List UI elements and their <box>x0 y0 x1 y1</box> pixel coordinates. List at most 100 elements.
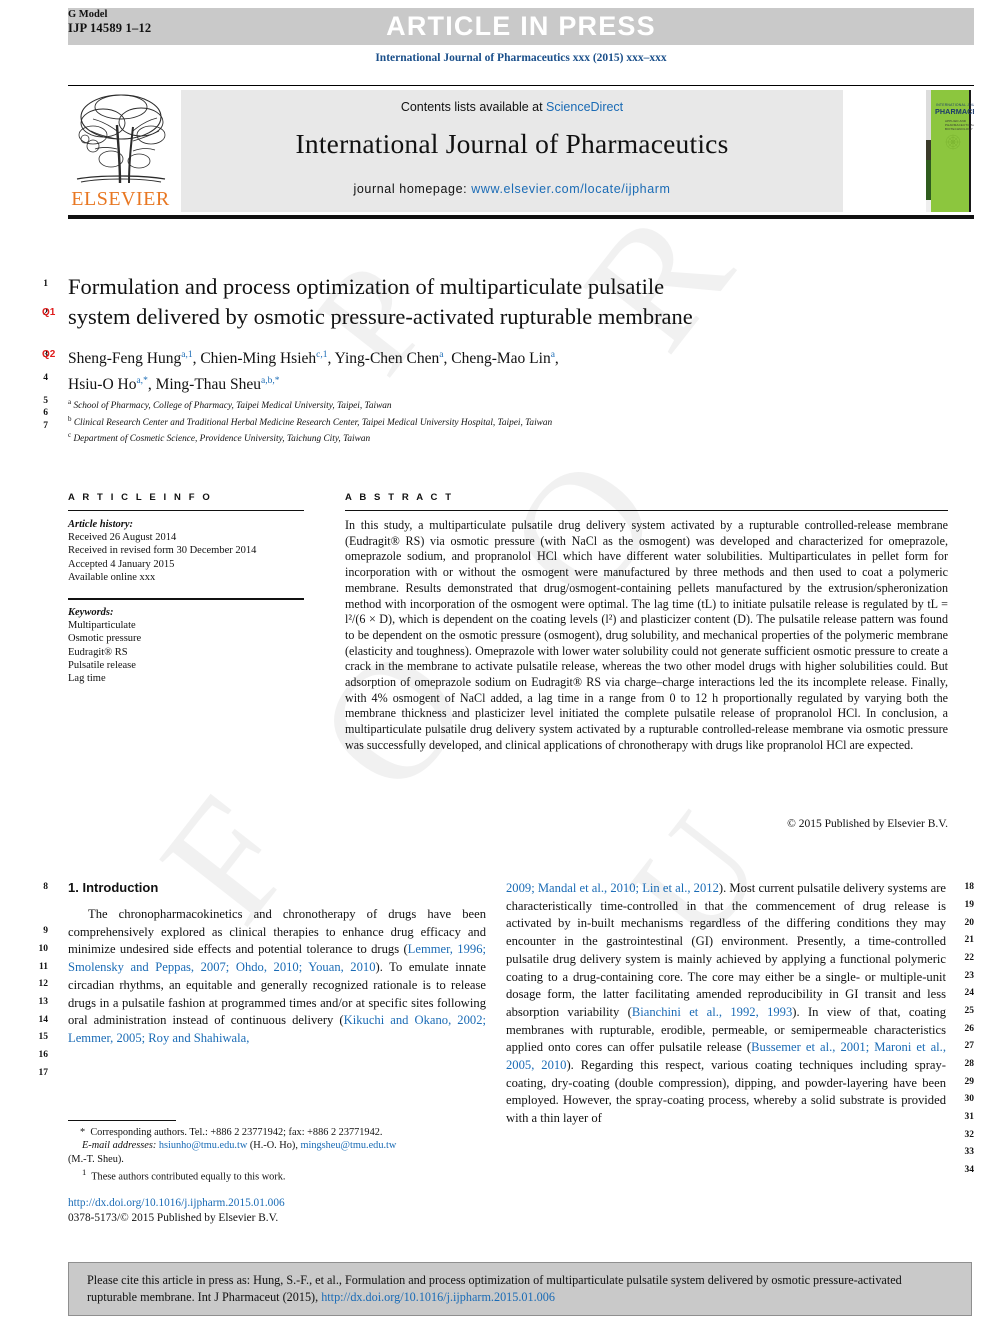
line-number: 1 <box>43 279 48 289</box>
line-number: 9 <box>43 926 48 936</box>
history-item: Received in revised form 30 December 201… <box>68 545 257 557</box>
section-heading-introduction: 1. Introduction <box>68 880 159 895</box>
journal-homepage-link[interactable]: www.elsevier.com/locate/ijpharm <box>471 182 670 196</box>
sciencedirect-link[interactable]: ScienceDirect <box>546 100 623 114</box>
cite-doi-link[interactable]: http://dx.doi.org/10.1016/j.ijpharm.2015… <box>321 1290 555 1304</box>
equal-contribution-text: These authors contributed equally to thi… <box>91 1171 286 1183</box>
email-note: E-mail addresses: hsiunho@tmu.edu.tw (H.… <box>68 1139 488 1152</box>
line-number: 24 <box>964 988 975 998</box>
abstract-rule <box>345 510 948 511</box>
introduction-left-column: The chronopharmacokinetics and chronothe… <box>68 906 486 1048</box>
line-number: 19 <box>964 900 975 910</box>
line-number: 22 <box>964 953 975 963</box>
citation-ref[interactable]: Bussemer et al., 2001; Maroni et al., 20… <box>506 1040 946 1072</box>
keywords-label: Keywords: <box>68 607 114 618</box>
history-item: Accepted 4 January 2015 <box>68 558 175 570</box>
citation-notice-text: Please cite this article in press as: Hu… <box>87 1272 953 1306</box>
line-number: 28 <box>964 1059 975 1069</box>
article-in-press-banner: ARTICLE IN PRESS <box>68 8 974 45</box>
history-item: Available online xxx <box>68 571 156 583</box>
asterisk-marker: * <box>80 1127 86 1138</box>
affiliation-a-text: School of Pharmacy, College of Pharmacy,… <box>73 401 392 412</box>
intro-right-text: 2009; Mandal et al., 2010; Lin et al., 2… <box>506 881 947 1126</box>
line-number: 26 <box>964 1024 975 1034</box>
article-page: P R O O F U ARTICLE IN PRESS G Model IJP… <box>0 0 992 1323</box>
citation-ref[interactable]: Bianchini et al., 1992, 1993 <box>632 1005 792 1019</box>
banner-label: ARTICLE IN PRESS <box>386 11 656 41</box>
masthead-panel: Contents lists available at ScienceDirec… <box>181 90 843 212</box>
keyword-item: Eudragit® RS <box>68 646 128 658</box>
email-owner-1: (H.-O. Ho), <box>249 1140 298 1152</box>
contents-prefix: Contents lists available at <box>400 100 547 114</box>
email-label: E-mail addresses: <box>82 1140 157 1152</box>
manuscript-id: IJP 14589 1–12 <box>68 20 152 35</box>
keyword-item: Lag time <box>68 673 106 685</box>
line-number: 25 <box>964 1006 975 1016</box>
abstract-text: In this study, a multiparticulate pulsat… <box>345 518 948 752</box>
line-number: 8 <box>43 882 48 892</box>
affiliation-b-text: Clinical Research Center and Traditional… <box>73 417 553 428</box>
article-history-block: Article history: Received 26 August 2014… <box>68 518 318 584</box>
line-number: 12 <box>38 979 49 989</box>
journal-cover-image: INTERNATIONAL JOURNAL OF PHARMACEUTICS A… <box>926 89 974 213</box>
email-link-2[interactable]: mingsheu@tmu.edu.tw <box>300 1140 396 1151</box>
elsevier-logo: ELSEVIER <box>68 89 173 214</box>
line-number: 6 <box>43 408 48 418</box>
contents-available-line: Contents lists available at ScienceDirec… <box>181 100 843 114</box>
author-line-2: Hsiu-O Hoa,*, Ming-Thau Sheua,b,* <box>68 376 280 394</box>
author-list: Sheng-Feng Hunga,1, Chien-Ming Hsiehc,1,… <box>68 344 868 396</box>
line-number: 14 <box>38 1015 49 1025</box>
line-number: 17 <box>38 1068 49 1078</box>
elsevier-wordmark: ELSEVIER <box>71 188 170 210</box>
affiliation-a: a School of Pharmacy, College of Pharmac… <box>68 398 392 412</box>
line-number: 31 <box>964 1112 975 1122</box>
journal-citation-line: International Journal of Pharmaceutics x… <box>375 52 667 64</box>
affiliation-b: b Clinical Research Center and Tradition… <box>68 414 553 428</box>
line-number: 16 <box>38 1050 49 1060</box>
footnote-separator-rule <box>68 1120 176 1121</box>
email-owner-2-line: (M.-T. Sheu). <box>68 1153 488 1166</box>
email-link-1[interactable]: hsiunho@tmu.edu.tw <box>159 1140 247 1151</box>
title-line-2: system delivered by osmotic pressure-act… <box>68 304 693 329</box>
article-info-heading: A R T I C L E I N F O <box>68 492 213 503</box>
doi-issn-block: http://dx.doi.org/10.1016/j.ijpharm.2015… <box>68 1196 488 1225</box>
homepage-prefix: journal homepage: <box>353 182 472 196</box>
citation-ref[interactable]: 2009; Mandal et al., 2010; Lin et al., 2… <box>506 881 719 895</box>
affiliation-c-text: Department of Cosmetic Science, Providen… <box>73 434 371 445</box>
doi-link[interactable]: http://dx.doi.org/10.1016/j.ijpharm.2015… <box>68 1196 488 1211</box>
svg-text:PHARMACEUTICS: PHARMACEUTICS <box>935 107 974 116</box>
journal-homepage-line: journal homepage: www.elsevier.com/locat… <box>181 182 843 196</box>
citation-ref[interactable]: Lemmer, 1996; Smolensky and Peppas, 2007… <box>68 942 486 974</box>
journal-cover-thumbnail: INTERNATIONAL JOURNAL OF PHARMACEUTICS A… <box>926 89 974 213</box>
keywords-block: Keywords: Multiparticulate Osmotic press… <box>68 606 318 685</box>
line-number: 33 <box>964 1147 975 1157</box>
line-number: 21 <box>964 935 975 945</box>
affiliations: a School of Pharmacy, College of Pharmac… <box>68 396 948 446</box>
masthead: ELSEVIER Contents lists available at Sci… <box>68 89 974 214</box>
line-number: 23 <box>964 971 975 981</box>
abstract-heading: A B S T R A C T <box>345 492 454 503</box>
line-number: 20 <box>964 918 975 928</box>
introduction-right-column: 2009; Mandal et al., 2010; Lin et al., 2… <box>506 880 946 1128</box>
line-number: 15 <box>38 1032 49 1042</box>
copyright-line: © 2015 Published by Elsevier B.V. <box>787 818 948 830</box>
keyword-item: Pulsatile release <box>68 659 136 671</box>
article-history-label: Article history: <box>68 519 134 530</box>
elsevier-tree-icon <box>76 94 166 184</box>
line-number: 11 <box>39 962 48 972</box>
query-tag-q1[interactable]: Q1 <box>42 307 55 318</box>
query-tag-q2[interactable]: Q2 <box>42 349 55 360</box>
line-number: 18 <box>964 882 975 892</box>
article-info-rule-top <box>68 510 304 511</box>
article-info-rule-mid <box>68 598 304 600</box>
masthead-top-rule <box>68 85 974 86</box>
page-title: Formulation and process optimization of … <box>68 272 808 332</box>
line-number: 30 <box>964 1094 975 1104</box>
line-number: 29 <box>964 1077 975 1087</box>
line-number: 34 <box>964 1165 975 1175</box>
citation-ref[interactable]: Kikuchi and Okano, 2002; Lemmer, 2005; R… <box>68 1013 486 1045</box>
line-number: 7 <box>43 421 48 431</box>
affiliation-c: c Department of Cosmetic Science, Provid… <box>68 431 371 445</box>
title-line-1: Formulation and process optimization of … <box>68 274 665 299</box>
footnotes-block: * Corresponding authors. Tel.: +886 2 23… <box>68 1126 488 1184</box>
